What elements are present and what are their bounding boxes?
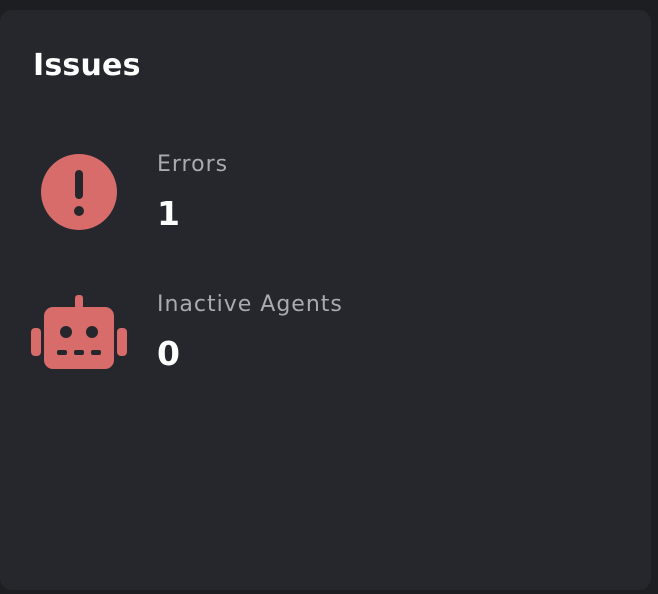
panel-title: Issues xyxy=(33,48,141,83)
issue-row-errors[interactable]: Errors 1 xyxy=(0,140,600,240)
issue-count-inactive-agents: 0 xyxy=(157,334,180,373)
robot-icon xyxy=(31,295,127,369)
issues-panel: Issues Errors 1 Inactive Agents 0 xyxy=(0,10,651,590)
issue-count-errors: 1 xyxy=(157,194,180,233)
issue-row-inactive-agents[interactable]: Inactive Agents 0 xyxy=(0,280,600,380)
exclamation-circle-icon xyxy=(41,154,117,230)
issue-label-inactive-agents: Inactive Agents xyxy=(157,292,343,317)
issue-label-errors: Errors xyxy=(157,152,229,177)
